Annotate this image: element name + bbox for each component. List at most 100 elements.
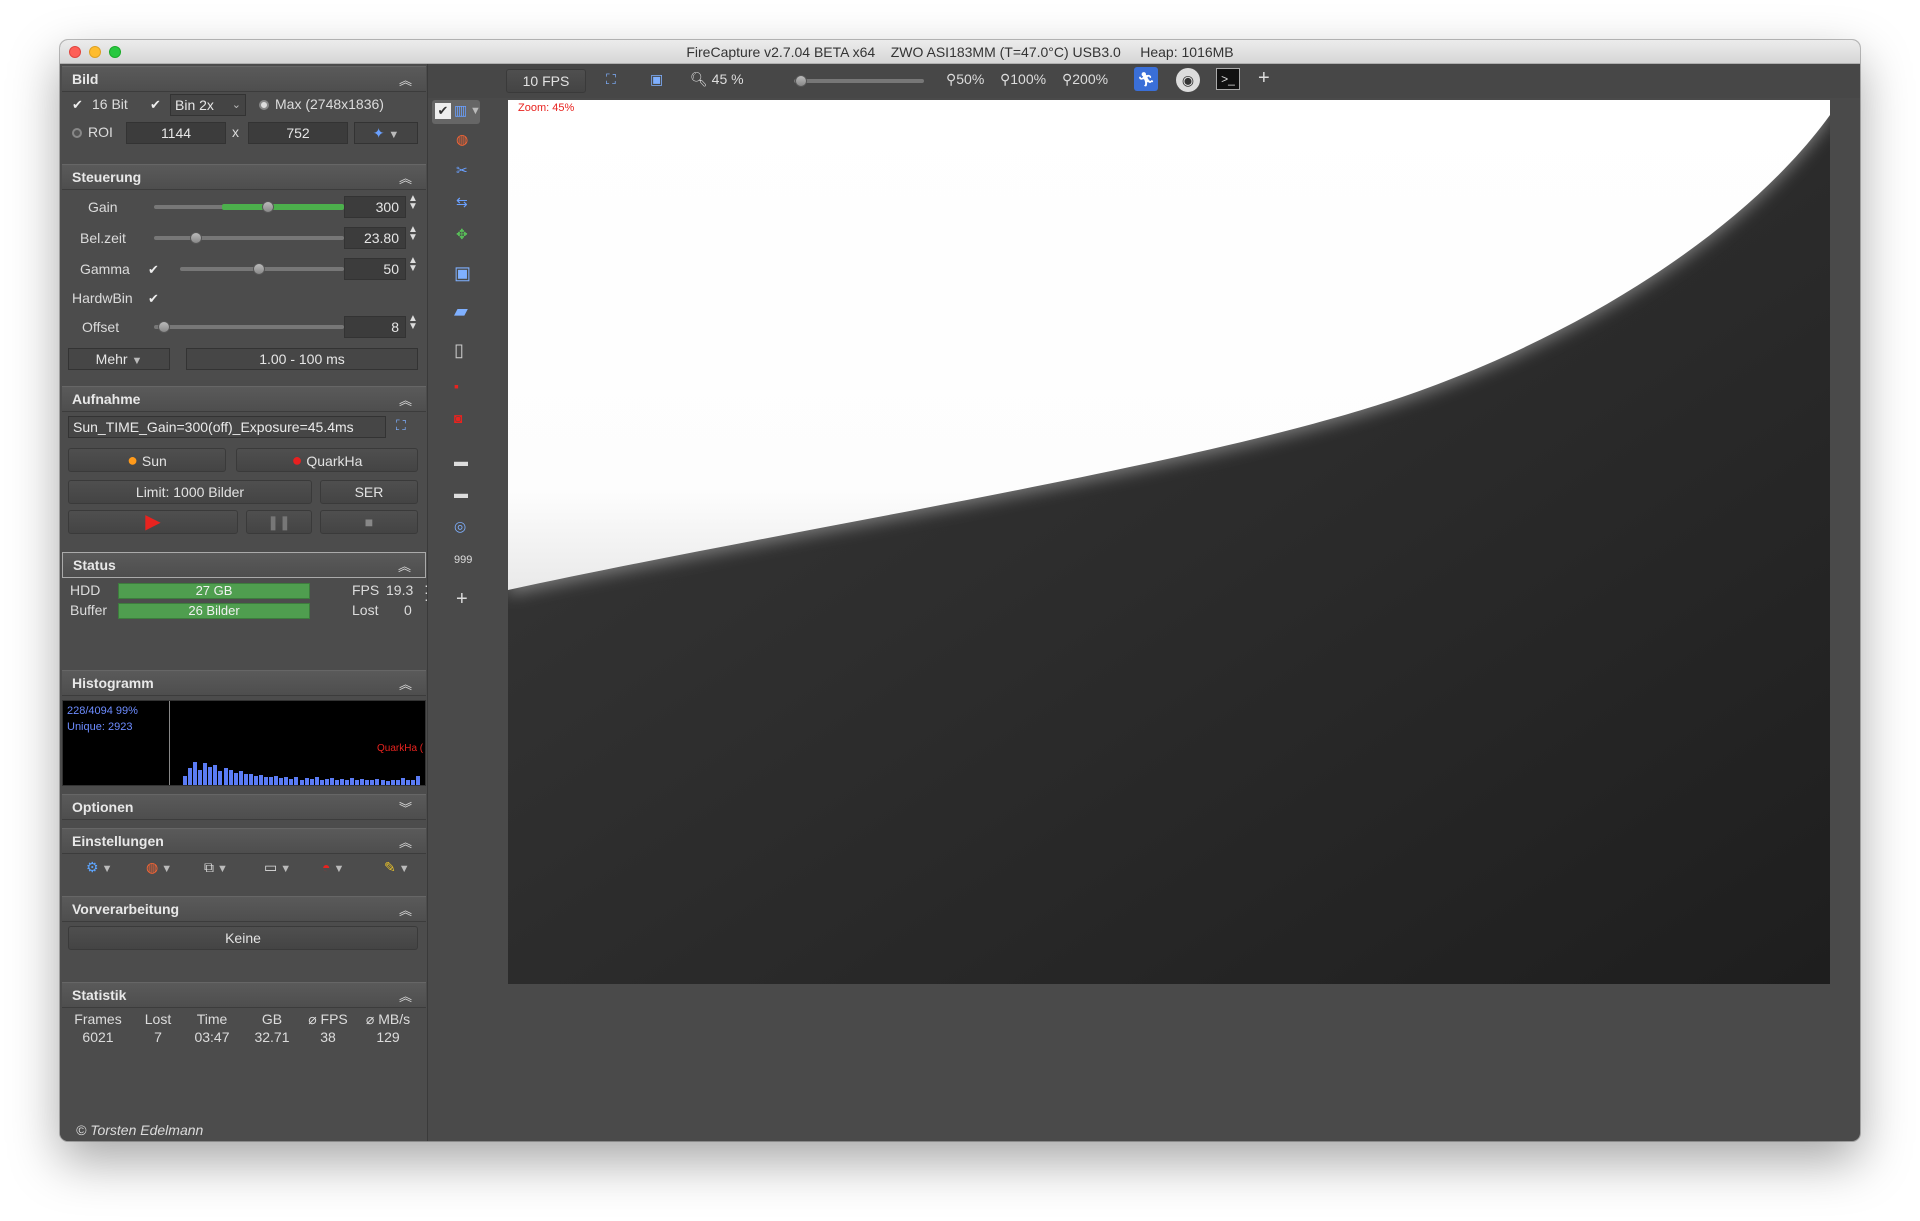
- record-timer-icon[interactable]: ◉: [1176, 68, 1200, 92]
- line-icon[interactable]: ▬: [454, 485, 468, 501]
- limit-button[interactable]: Limit: 1000 Bilder: [68, 480, 312, 504]
- globe-icon[interactable]: ◎: [454, 518, 466, 535]
- gamma-input[interactable]: 50: [344, 258, 406, 280]
- fit-screen-icon[interactable]: ⛶: [606, 71, 616, 88]
- zoom-slider-handle[interactable]: [794, 75, 807, 87]
- section-title: Statistik: [72, 987, 127, 1003]
- exposure-slider-handle[interactable]: [189, 232, 202, 244]
- section-optionen-header[interactable]: Optionen ︾: [62, 794, 426, 820]
- bit16-checkbox[interactable]: ✔: [72, 98, 85, 111]
- histogram-chart[interactable]: 228/4094 99% Unique: 2923 QuarkHa (: [62, 700, 426, 786]
- folder-icon[interactable]: ▰: [454, 301, 468, 322]
- zoom-100-button[interactable]: ⚲100%: [1000, 71, 1046, 88]
- section-status-header[interactable]: Status ︽: [62, 552, 426, 578]
- add-tool-icon[interactable]: +: [456, 588, 468, 611]
- histogram-bar: [340, 779, 345, 785]
- offset-slider-handle[interactable]: [157, 321, 170, 333]
- firecapture-window: FireCapture v2.7.04 BETA x64 ZWO ASI183M…: [60, 40, 1860, 1141]
- histogram-stats: 228/4094 99%: [67, 705, 138, 717]
- format-button[interactable]: SER: [320, 480, 418, 504]
- bin-checkbox[interactable]: ✔: [150, 98, 163, 111]
- mehr-dropdown[interactable]: Mehr ▼: [68, 348, 170, 370]
- histogram-bar: [213, 765, 218, 785]
- section-bild-header[interactable]: Bild ︽: [62, 66, 426, 92]
- gain-slider-handle[interactable]: [262, 201, 274, 213]
- gamma-checkbox[interactable]: ✔: [148, 263, 161, 276]
- filter-wheel-icon[interactable]: ◍ ▼: [146, 859, 172, 876]
- exposure-slider[interactable]: [154, 236, 344, 240]
- copy-icon[interactable]: ⧉ ▼: [204, 859, 228, 876]
- section-title: Steuerung: [72, 169, 142, 185]
- gamma-slider-handle[interactable]: [252, 263, 265, 275]
- zoom-slider[interactable]: [794, 79, 924, 83]
- settings-gear-icon[interactable]: ⚙ ▼: [86, 859, 113, 876]
- target-icon[interactable]: ◍: [456, 131, 468, 148]
- filename-field[interactable]: Sun_TIME_Gain=300(off)_Exposure=45.4ms: [68, 416, 386, 438]
- bulb-icon[interactable]: ✎ ▼: [384, 859, 410, 876]
- move-icon[interactable]: ✥: [456, 226, 468, 243]
- crop-icon[interactable]: ✂: [456, 162, 468, 179]
- red-dot-icon: ●: [291, 450, 303, 470]
- section-statistik-header[interactable]: Statistik ︽: [62, 982, 426, 1008]
- magnifier-icon: 🔍︎: [690, 71, 708, 87]
- copyright: © Torsten Edelmann: [76, 1122, 204, 1138]
- bin-select[interactable]: Bin 2x ⌄: [170, 94, 246, 116]
- profile-quarkha-button[interactable]: ● QuarkHa: [236, 448, 418, 472]
- record-icon[interactable]: ◙: [454, 410, 462, 426]
- camera-icon[interactable]: ⛶: [396, 417, 406, 434]
- fullscreen-icon[interactable]: ▣: [650, 71, 663, 88]
- histogram-tool-button[interactable]: ✔ ▥ ▼: [432, 100, 481, 124]
- preprocessing-select[interactable]: Keine: [68, 926, 418, 950]
- histogram-bar: [350, 778, 355, 785]
- section-vorverarbeitung-header[interactable]: Vorverarbeitung ︽: [62, 896, 426, 922]
- exposure-stepper[interactable]: ▲ ▼: [408, 225, 418, 243]
- gain-stepper[interactable]: ▲ ▼: [408, 194, 418, 212]
- counter-icon[interactable]: 999: [454, 554, 472, 566]
- histogram-bar: [370, 780, 375, 785]
- focuser-icon[interactable]: ◓ ▼: [322, 859, 344, 875]
- section-einstellungen-header[interactable]: Einstellungen ︽: [62, 828, 426, 854]
- live-image-canvas[interactable]: Zoom: 45%: [508, 100, 1830, 984]
- monitor-icon[interactable]: ▭ ▼: [264, 859, 291, 876]
- terminal-icon[interactable]: >_: [1216, 68, 1240, 90]
- window-title: FireCapture v2.7.04 BETA x64 ZWO ASI183M…: [686, 44, 1234, 60]
- snapshot-icon[interactable]: ▣: [454, 263, 471, 284]
- section-steuerung-header[interactable]: Steuerung ︽: [62, 164, 426, 190]
- section-histogramm-header[interactable]: Histogramm ︽: [62, 670, 426, 696]
- histogram-unique: Unique: 2923: [67, 721, 133, 733]
- fps-limit-button[interactable]: 10 FPS: [506, 69, 586, 93]
- pause-button[interactable]: ❚❚: [246, 510, 312, 534]
- zoom-200-button[interactable]: ⚲200%: [1062, 71, 1108, 88]
- offset-slider[interactable]: [154, 325, 344, 329]
- offset-input[interactable]: 8: [344, 316, 406, 338]
- sun-limb-image: [508, 100, 1830, 984]
- sun-icon: ●: [127, 450, 139, 470]
- roi-radio[interactable]: [72, 128, 82, 138]
- chevron-down-icon: ⌄: [231, 99, 241, 111]
- histogram-bar: [365, 780, 370, 785]
- collapse-icon: ︽: [398, 171, 412, 186]
- trash-icon[interactable]: ▯: [454, 340, 464, 361]
- stop-button[interactable]: ■: [320, 510, 418, 534]
- roi-preset-select[interactable]: ✦ ▼: [354, 122, 418, 144]
- zoom-value: 45 %: [711, 71, 744, 87]
- histogram-bar: [193, 762, 198, 785]
- alert-icon[interactable]: ▪: [454, 378, 459, 394]
- add-icon[interactable]: +: [1258, 67, 1270, 90]
- offset-stepper[interactable]: ▲ ▼: [408, 314, 418, 332]
- align-icon[interactable]: ⇆: [456, 194, 468, 211]
- run-icon[interactable]: 🏃︎: [1134, 67, 1158, 91]
- gamma-stepper[interactable]: ▲ ▼: [408, 256, 418, 274]
- roi-height-input[interactable]: 752: [248, 122, 348, 144]
- roi-width-input[interactable]: 1144: [126, 122, 226, 144]
- histogram-bar: [198, 770, 203, 785]
- profile-sun-button[interactable]: ● Sun: [68, 448, 226, 472]
- zoom-50-button[interactable]: ⚲50%: [946, 71, 984, 88]
- black-box-icon[interactable]: ▬: [454, 453, 468, 469]
- gain-input[interactable]: 300: [344, 196, 406, 218]
- exposure-input[interactable]: 23.80: [344, 227, 406, 249]
- record-button[interactable]: ▶: [68, 510, 238, 534]
- max-radio[interactable]: [259, 100, 269, 110]
- hardwbin-checkbox[interactable]: ✔: [148, 292, 161, 305]
- section-aufnahme-header[interactable]: Aufnahme ︽: [62, 386, 426, 412]
